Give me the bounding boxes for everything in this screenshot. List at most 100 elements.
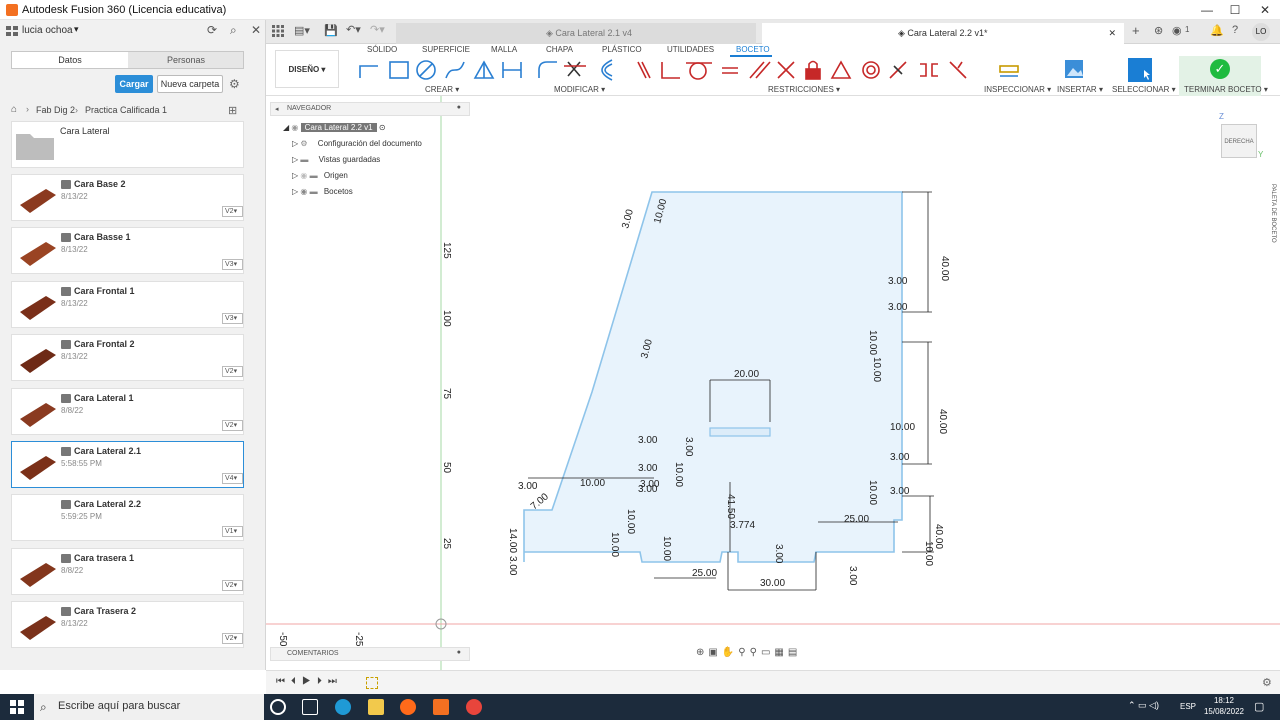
file-card[interactable]: Cara Lateral 2.2 5:59:25 PM V1▾ (11, 494, 244, 542)
dimension-label[interactable]: 25.00 (844, 514, 869, 525)
select-tool-icon[interactable] (1128, 58, 1152, 82)
dimension-label[interactable]: 10.00 (867, 480, 878, 505)
dimension-label[interactable]: 3.00 (888, 302, 908, 313)
folder-card[interactable]: Cara Lateral (11, 121, 244, 168)
version-badge[interactable]: V2▾ (222, 579, 243, 591)
browser-row-origin[interactable]: ▷ ◉ ▬ Origen (292, 171, 348, 180)
version-badge[interactable]: V2▾ (222, 366, 243, 378)
tab-solido[interactable]: SÓLIDO (367, 45, 397, 54)
navigation-bar[interactable]: ⊕▣✋⚲⚲▭▦▤ (696, 647, 856, 661)
horizontal-vertical-constraint-icon[interactable] (920, 63, 938, 77)
look-at-icon[interactable]: ▣ (708, 647, 721, 658)
equal-constraint-icon[interactable] (722, 67, 738, 74)
visibility-eye-icon[interactable]: ◉ (300, 187, 307, 196)
tab-utilidades[interactable]: UTILIDADES (667, 45, 714, 54)
zoom-icon[interactable]: ⚲ (738, 647, 749, 658)
expand-icon[interactable]: ◢ (283, 123, 289, 132)
go-to-end-icon[interactable]: ⏭ (328, 676, 343, 687)
tab-chapa[interactable]: CHAPA (546, 45, 573, 54)
symmetry-constraint-icon[interactable] (830, 60, 852, 79)
windows-start-icon[interactable] (10, 700, 24, 714)
timeline-settings-icon[interactable]: ⚙ (1262, 676, 1272, 689)
rectangle-tool-icon[interactable] (389, 61, 409, 79)
apps-grid-icon[interactable] (272, 25, 284, 40)
bell-icon[interactable]: 🔔 (1210, 24, 1224, 37)
curvature-constraint-icon[interactable] (949, 61, 967, 79)
file-card[interactable]: Cara Lateral 2.1 5:58:55 PM V4▾ (11, 441, 244, 488)
insert-image-icon[interactable] (1065, 60, 1083, 78)
pan-icon[interactable]: ✋ (722, 647, 738, 658)
group-crear[interactable]: CREAR ▾ (425, 85, 459, 94)
new-folder-button[interactable]: Nueva carpeta (157, 75, 223, 93)
group-inspeccionar[interactable]: INSPECCIONAR ▾ (984, 85, 1051, 94)
breadcrumb-project[interactable]: Fab Dig 2 (36, 105, 75, 115)
file-card[interactable]: Cara trasera 1 8/8/22 V2▾ (11, 547, 244, 595)
edge-icon[interactable] (335, 699, 351, 715)
dimension-label[interactable]: 10.00 (625, 509, 636, 534)
version-badge[interactable]: V3▾ (222, 312, 243, 324)
measure-tool-icon[interactable] (999, 65, 1019, 77)
collinear-constraint-icon[interactable] (889, 61, 907, 79)
group-seleccionar[interactable]: SELECCIONAR ▾ (1112, 85, 1176, 94)
close-window-button[interactable]: ✕ (1250, 2, 1280, 18)
finish-sketch-check-icon[interactable]: ✓ (1210, 59, 1230, 79)
new-tab-icon[interactable]: + (1132, 23, 1140, 38)
home-icon[interactable]: ⌂ (11, 104, 17, 115)
file-explorer-icon[interactable] (368, 699, 384, 715)
tab-boceto[interactable]: BOCETO (736, 45, 770, 54)
firefox-icon[interactable] (400, 699, 416, 715)
previous-step-icon[interactable]: ⏴ (291, 676, 302, 687)
dimension-label[interactable]: 30.00 (760, 578, 785, 589)
parallel-constraint-icon[interactable] (749, 61, 771, 79)
fix-constraint-icon[interactable] (805, 60, 821, 80)
user-avatar[interactable]: LO (1252, 23, 1270, 41)
tab-datos[interactable]: Datos (12, 52, 128, 68)
expand-icon[interactable]: ▷ (292, 139, 298, 148)
go-to-start-icon[interactable]: ⏮ (276, 676, 291, 687)
expand-icon[interactable]: ▷ (292, 187, 298, 196)
file-card[interactable]: Cara Basse 1 8/13/22 V3▾ (11, 227, 244, 275)
taskbar-search-box[interactable]: ⌕ Escribe aquí para buscar (34, 694, 264, 720)
dimension-label[interactable]: 3.00 (773, 544, 784, 564)
tab-malla[interactable]: MALLA (491, 45, 517, 54)
collapse-icon[interactable]: ◂ (275, 105, 279, 113)
help-icon[interactable]: ? (1232, 24, 1238, 36)
dimension-label[interactable]: 10.00 (661, 536, 672, 561)
tab-personas[interactable]: Personas (128, 52, 244, 68)
dimension-label[interactable]: 25.00 (692, 568, 717, 579)
close-panel-icon[interactable]: ✕ (251, 23, 261, 37)
dimension-label[interactable]: 3.00 (888, 276, 908, 287)
expand-icon[interactable]: ▷ (292, 155, 298, 164)
dimension-label[interactable]: 3.00 (507, 556, 518, 576)
maximize-button[interactable]: ☐ (1220, 2, 1250, 18)
browser-row-settings[interactable]: ▷ ⚙ Configuración del documento (292, 139, 422, 148)
visibility-eye-icon[interactable]: ◉ (291, 123, 300, 132)
viewports-icon[interactable]: ▤ (788, 647, 801, 658)
browser-row-sketches[interactable]: ▷ ◉ ▬ Bocetos (292, 187, 353, 196)
dimension-label[interactable]: 3.00 (518, 481, 538, 492)
zoom-window-icon[interactable]: ⚲ (750, 647, 761, 658)
activate-radio-icon[interactable]: ⊙ (379, 123, 386, 132)
viewcube[interactable]: DERECHA (1221, 124, 1257, 158)
cortana-icon[interactable] (270, 699, 286, 715)
version-badge[interactable]: V4▾ (222, 473, 243, 484)
add-comment-icon[interactable]: ● (457, 649, 461, 656)
refresh-icon[interactable]: ⟳ (207, 23, 217, 37)
dimension-label[interactable]: 3.00 (620, 208, 636, 230)
play-icon[interactable]: ▶ (302, 676, 317, 687)
visibility-eye-icon[interactable]: ◉ (300, 171, 307, 180)
grid-icon[interactable] (6, 26, 18, 36)
sketch-palette-toggle[interactable]: PALETA DE BOCETO (1262, 184, 1276, 354)
spline-tool-icon[interactable] (445, 61, 465, 79)
redo-icon[interactable]: ↷▾ (370, 23, 385, 36)
version-badge[interactable]: V3▾ (222, 259, 243, 271)
file-menu-icon[interactable]: ▤▾ (294, 24, 310, 37)
coincident-constraint-icon[interactable] (637, 61, 651, 79)
dimension-label[interactable]: 14.00 (507, 528, 518, 553)
version-badge[interactable]: V2▾ (222, 419, 243, 431)
pin-icon[interactable]: ● (457, 104, 461, 111)
tab-plastico[interactable]: PLÁSTICO (602, 45, 642, 54)
notification-center-icon[interactable]: ▢ (1254, 700, 1264, 713)
chevron-down-icon[interactable]: ▾ (74, 24, 79, 35)
sketch-timeline-marker[interactable] (366, 677, 378, 689)
